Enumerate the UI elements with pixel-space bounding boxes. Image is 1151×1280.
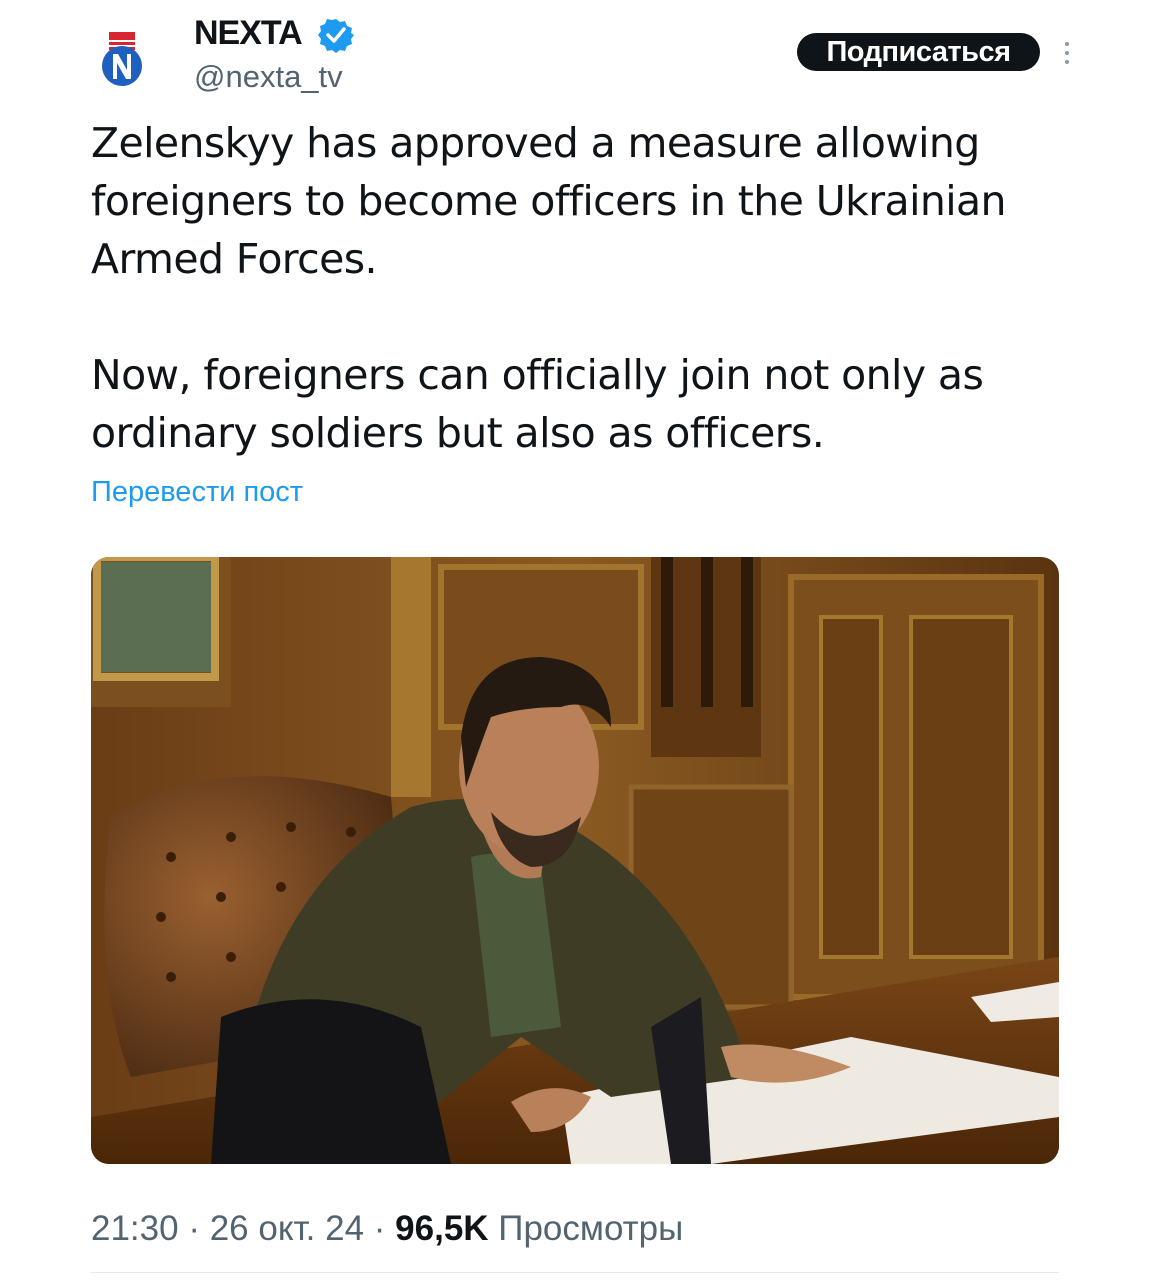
more-vertical-icon[interactable] (1062, 40, 1072, 66)
meta-separator: · (178, 1209, 210, 1248)
verified-badge-icon (318, 17, 354, 53)
author-handle[interactable]: @nexta_tv (194, 58, 343, 96)
tweet-meta: 21:30 · 26 окт. 24 · 96,5K Просмотры (91, 1205, 683, 1253)
author-name[interactable]: NEXTA (194, 13, 303, 53)
tweet-time[interactable]: 21:30 (91, 1209, 179, 1248)
tweet-text: Zelenskyy has approved a measure allowin… (91, 119, 1007, 457)
meta-separator: · (364, 1209, 396, 1248)
tweet-photo[interactable] (91, 557, 1059, 1164)
views-count: 96,5K (395, 1209, 489, 1248)
avatar[interactable] (96, 26, 150, 88)
views-label: Просмотры (488, 1209, 684, 1248)
tweet-date[interactable]: 26 окт. 24 (210, 1209, 364, 1248)
nexta-logo-icon (102, 32, 142, 86)
divider (91, 1272, 1059, 1273)
translate-post-link[interactable]: Перевести пост (91, 474, 303, 510)
subscribe-button[interactable]: Подписаться (797, 33, 1040, 71)
